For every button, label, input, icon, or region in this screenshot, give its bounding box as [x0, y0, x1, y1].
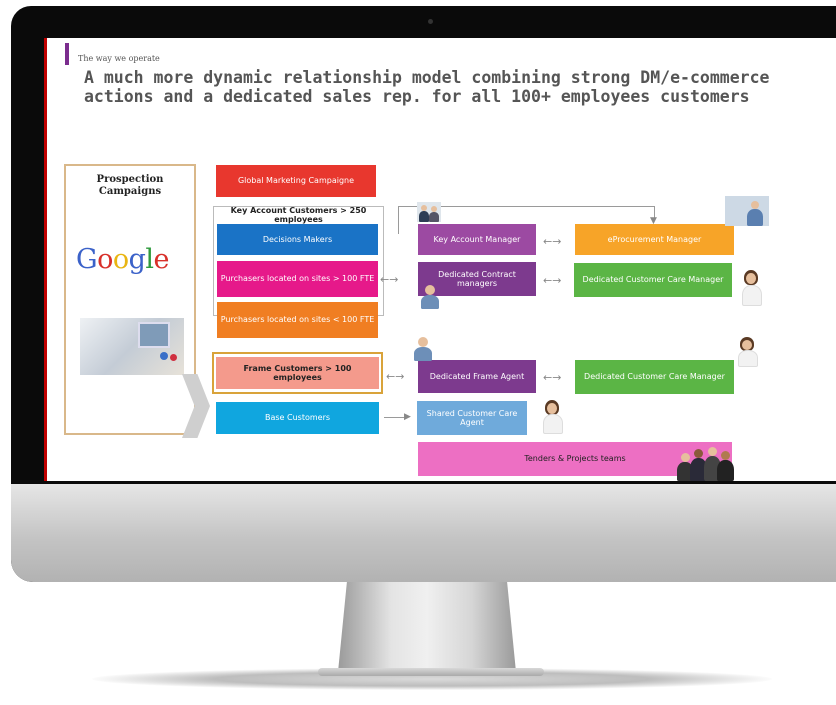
- double-arrow-icon: ←→: [543, 274, 562, 287]
- agent-with-headset-icon: [419, 283, 441, 309]
- double-arrow-icon: ←→: [380, 273, 399, 286]
- monitor-base: [318, 668, 544, 676]
- customer-care-woman-icon: [739, 270, 763, 306]
- agent-with-headset-icon: [412, 335, 434, 361]
- slide-accent-line: [44, 38, 47, 481]
- slide-kicker: The way we operate: [78, 54, 160, 63]
- customer-care-woman-icon: [736, 337, 758, 367]
- base-customers-box: Base Customers: [216, 402, 379, 434]
- frame-customers-box: Frame Customers > 100 employees: [216, 357, 379, 389]
- office-photo: [80, 318, 184, 375]
- double-arrow-icon: ←→: [543, 235, 562, 248]
- google-logo-letter: G: [76, 244, 98, 275]
- monitor-chin: [11, 484, 836, 582]
- purchasers-small-sites-box: Purchasers located on sites < 100 FTE: [217, 302, 378, 338]
- key-account-label: Key Account Customers > 250 employees: [230, 206, 367, 224]
- arrow-down-icon: ▼: [650, 216, 657, 226]
- customer-care-woman-icon: [541, 400, 563, 434]
- global-marketing-box: Global Marketing Campaigne: [216, 165, 376, 197]
- prospection-title: Prospection Campaigns: [96, 174, 164, 197]
- slide-header-mark: [65, 43, 69, 65]
- key-account-manager-box: Key Account Manager: [418, 224, 536, 255]
- google-logo-letter: g: [128, 244, 146, 275]
- google-logo: Google: [76, 244, 170, 275]
- dedicated-customer-care-manager-box-2: Dedicated Customer Care Manager: [575, 360, 734, 394]
- office-worker-photo-icon: [725, 196, 769, 226]
- google-logo-letter: o: [97, 244, 113, 275]
- arrow-right-icon: ▶: [404, 412, 411, 422]
- eprocurement-manager-box: eProcurement Manager: [575, 224, 734, 255]
- camera-icon: [428, 19, 433, 24]
- double-arrow-icon: ←→: [386, 370, 405, 383]
- connector-line: [398, 206, 399, 234]
- purchasers-large-sites-box: Purchasers located on sites > 100 FTE: [217, 261, 378, 297]
- monitor-stand: [338, 582, 516, 672]
- google-logo-letter: e: [153, 244, 170, 275]
- team-photo-icon: [417, 202, 441, 222]
- google-logo-letter: o: [112, 244, 129, 275]
- dedicated-customer-care-manager-box: Dedicated Customer Care Manager: [574, 263, 732, 297]
- double-arrow-icon: ←→: [543, 371, 562, 384]
- slide-title: A much more dynamic relationship model c…: [84, 68, 770, 106]
- dedicated-frame-agent-box: Dedicated Frame Agent: [418, 360, 536, 393]
- shared-customer-care-agent-box: Shared Customer Care Agent: [417, 401, 527, 435]
- slide-screen: The way we operate A much more dynamic r…: [44, 38, 836, 481]
- decision-makers-box: Decisions Makers: [217, 224, 378, 255]
- google-logo-letter: l: [145, 244, 154, 275]
- prospection-panel: Prospection Campaigns Google: [64, 164, 196, 435]
- team-group-photo-icon: [677, 441, 735, 481]
